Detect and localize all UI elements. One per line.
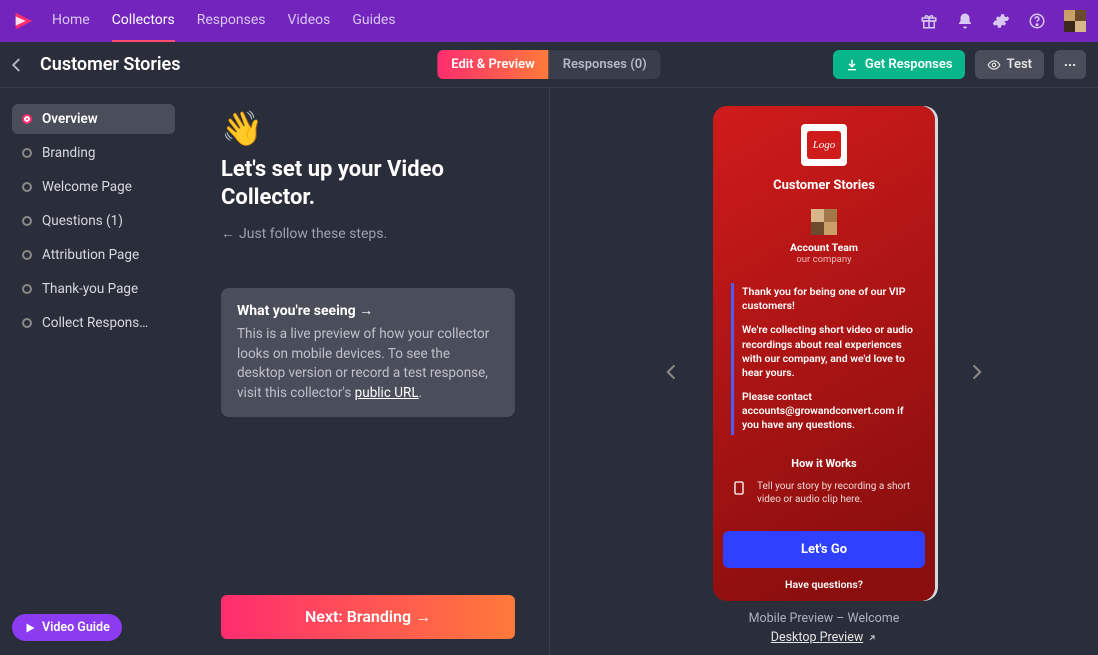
nav-home[interactable]: Home xyxy=(52,0,90,43)
top-nav: Home Collectors Responses Videos Guides xyxy=(52,0,396,43)
nav-guides[interactable]: Guides xyxy=(352,0,395,43)
desktop-preview-label: Desktop Preview xyxy=(771,630,864,645)
app-logo[interactable] xyxy=(12,10,34,32)
sub-step: ←Just follow these steps. xyxy=(221,225,515,242)
collector-title: Customer Stories xyxy=(40,54,180,75)
public-url-link[interactable]: public URL xyxy=(355,385,419,401)
step-label: Questions (1) xyxy=(42,213,123,229)
step-label: Welcome Page xyxy=(42,179,132,195)
get-responses-button[interactable]: Get Responses xyxy=(833,50,965,79)
page-headline: Let's set up your Video Collector. xyxy=(221,156,515,211)
step-label: Overview xyxy=(42,111,98,127)
info-card-body-suffix: . xyxy=(419,385,423,401)
preview-have-questions[interactable]: Have questions? xyxy=(723,578,925,591)
preview-how-row: Tell your story by recording a short vid… xyxy=(731,480,917,506)
preview-next-icon[interactable] xyxy=(964,360,988,384)
get-responses-label: Get Responses xyxy=(865,57,953,72)
desktop-preview-link[interactable]: Desktop Preview xyxy=(771,630,878,645)
nav-collectors[interactable]: Collectors xyxy=(112,0,175,43)
preview-logo: Logo xyxy=(801,124,847,166)
preview-msg-1: Thank you for being one of our VIP custo… xyxy=(742,285,917,313)
mobile-preview: Logo Customer Stories Account Team our c… xyxy=(713,106,935,601)
step-label: Collect Respons… xyxy=(42,315,148,331)
preview-prev-icon[interactable] xyxy=(660,360,684,384)
steps-list: Overview Branding Welcome Page Questions… xyxy=(12,104,175,338)
preview-msg-2: We're collecting short video or audio re… xyxy=(742,323,917,380)
preview-message: Thank you for being one of our VIP custo… xyxy=(731,283,917,435)
pill-edit-preview[interactable]: Edit & Preview xyxy=(437,50,548,79)
step-attribution[interactable]: Attribution Page xyxy=(12,240,175,270)
preview-team-sub: our company xyxy=(796,254,851,265)
device-icon xyxy=(731,480,747,506)
step-collect[interactable]: Collect Respons… xyxy=(12,308,175,338)
more-button[interactable] xyxy=(1054,50,1086,79)
help-icon[interactable] xyxy=(1028,12,1046,30)
preview-title: Customer Stories xyxy=(773,178,875,193)
bell-icon[interactable] xyxy=(956,12,974,30)
pill-responses[interactable]: Responses (0) xyxy=(549,50,661,79)
video-guide-button[interactable]: Video Guide xyxy=(12,614,122,641)
nav-videos[interactable]: Videos xyxy=(287,0,330,43)
back-chevron-icon[interactable] xyxy=(8,56,26,74)
test-button[interactable]: Test xyxy=(975,50,1044,79)
info-card-title: What you're seeing → xyxy=(237,302,499,319)
step-thank-you[interactable]: Thank-you Page xyxy=(12,274,175,304)
preview-caption: Mobile Preview – Welcome xyxy=(749,611,900,626)
step-label: Attribution Page xyxy=(42,247,139,263)
step-label: Thank-you Page xyxy=(42,281,138,297)
step-overview[interactable]: Overview xyxy=(12,104,175,134)
gift-icon[interactable] xyxy=(920,12,938,30)
step-welcome-page[interactable]: Welcome Page xyxy=(12,172,175,202)
step-questions[interactable]: Questions (1) xyxy=(12,206,175,236)
next-branding-button[interactable]: Next: Branding → xyxy=(221,595,515,639)
wave-emoji: 👋 xyxy=(221,112,515,146)
step-label: Branding xyxy=(42,145,95,161)
preview-msg-3: Please contact accounts@growandconvert.c… xyxy=(742,390,917,433)
nav-responses[interactable]: Responses xyxy=(197,0,266,43)
test-label: Test xyxy=(1007,57,1032,72)
preview-team-name: Account Team xyxy=(790,241,858,254)
preview-how-it-works: How it Works xyxy=(791,457,856,470)
preview-how-text: Tell your story by recording a short vid… xyxy=(757,480,917,506)
video-guide-label: Video Guide xyxy=(42,620,110,635)
info-card: What you're seeing → This is a live prev… xyxy=(221,288,515,417)
preview-lets-go-button[interactable]: Let's Go xyxy=(723,531,925,568)
sub-step-text: Just follow these steps. xyxy=(239,226,387,242)
gear-icon[interactable] xyxy=(992,12,1010,30)
info-card-body: This is a live preview of how your colle… xyxy=(237,325,499,403)
preview-team-avatar xyxy=(811,209,837,235)
mode-toggle: Edit & Preview Responses (0) xyxy=(437,50,660,79)
user-avatar[interactable] xyxy=(1064,10,1086,32)
step-branding[interactable]: Branding xyxy=(12,138,175,168)
preview-logo-text: Logo xyxy=(807,131,841,159)
